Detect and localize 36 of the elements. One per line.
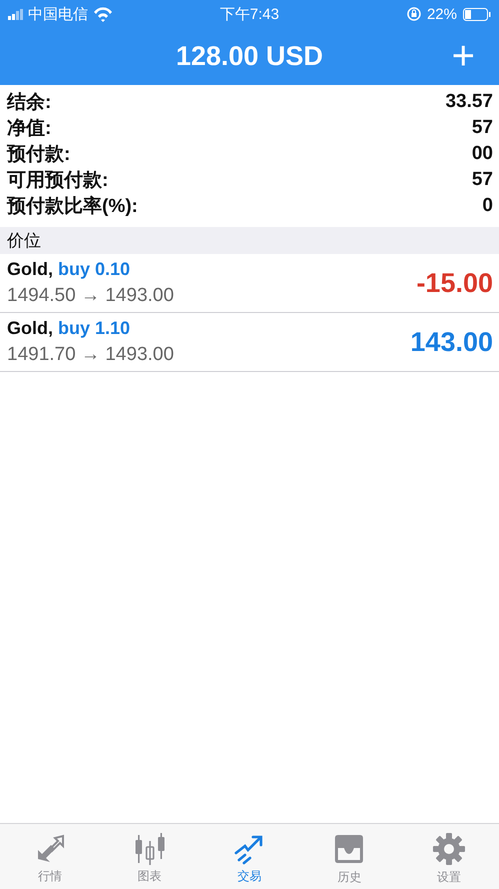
- candlestick-icon: [134, 832, 166, 864]
- tab-item[interactable]: 交易: [200, 824, 300, 889]
- account-value: 57: [472, 117, 493, 139]
- battery-percent: 22%: [426, 6, 457, 22]
- account-label: 预付款:: [7, 143, 70, 167]
- account-value: 0: [482, 195, 493, 217]
- symbol-name: Gold,: [7, 318, 53, 339]
- profit-value: 143.00: [410, 326, 493, 358]
- tab-item[interactable]: 行情: [0, 824, 100, 889]
- account-value: 00: [472, 143, 493, 165]
- account-label: 结余:: [7, 91, 52, 115]
- signal-icon: [8, 8, 23, 20]
- rotation-lock-icon: [406, 7, 421, 21]
- section-header: 价位: [0, 227, 499, 254]
- account-value: 57: [472, 169, 493, 191]
- clock-time: 下午7:43: [218, 5, 280, 24]
- add-button[interactable]: +: [446, 34, 481, 78]
- tab-item[interactable]: 历史: [299, 824, 400, 889]
- order-side: buy 1.10: [58, 318, 130, 339]
- account-value: 33.57: [445, 91, 493, 113]
- account-label: 预付款比率(%):: [7, 194, 138, 219]
- balance-title: 128.00 USD: [176, 41, 324, 72]
- price-change: 1491.70 → 1493.00: [7, 344, 174, 366]
- tab-item[interactable]: 图表: [100, 824, 200, 889]
- price-change: 1494.50 → 1493.00: [7, 285, 174, 307]
- trend-icon: [233, 832, 266, 864]
- carrier-name: 中国电信: [28, 4, 88, 24]
- wifi-icon: [93, 6, 113, 22]
- battery-icon: [463, 8, 491, 20]
- profit-value: -15.00: [416, 268, 493, 298]
- settings-icon: [432, 832, 466, 866]
- account-label: 净值:: [7, 117, 52, 141]
- symbol-name: Gold,: [7, 259, 53, 280]
- account-label: 可用预付款:: [7, 169, 108, 193]
- tab-item[interactable]: 设置: [399, 824, 499, 889]
- order-side: buy 0.10: [58, 259, 130, 280]
